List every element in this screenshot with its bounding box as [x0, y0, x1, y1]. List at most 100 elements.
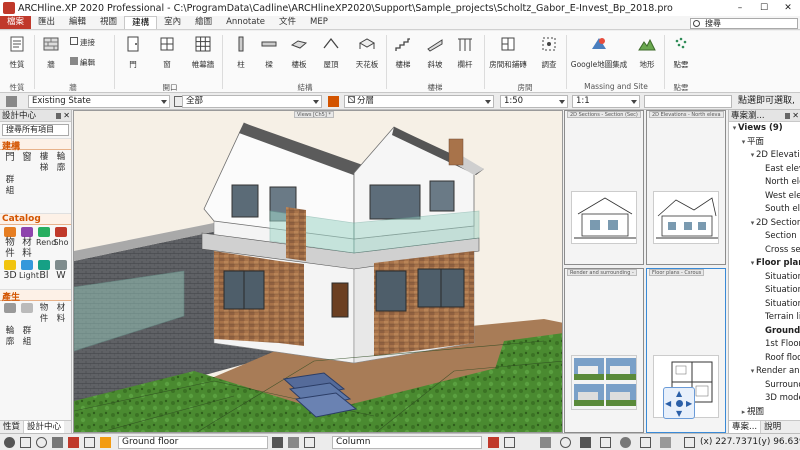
- edit-wall-button[interactable]: 編輯: [70, 57, 110, 68]
- expand-toggle-icon[interactable]: ▾: [749, 217, 756, 231]
- roof-button[interactable]: 屋頂: [316, 35, 346, 70]
- railing-button[interactable]: 欄杆: [450, 35, 480, 70]
- maximize-button[interactable]: ☐: [752, 0, 776, 16]
- tree-item[interactable]: West elevation: [729, 190, 800, 204]
- tab-interior[interactable]: 室內: [157, 16, 188, 29]
- view-icon[interactable]: [580, 437, 591, 448]
- navigation-widget[interactable]: ▲ ◀ ▶ ▼: [663, 387, 695, 419]
- snap-icon[interactable]: [36, 437, 47, 448]
- hand-icon[interactable]: [676, 400, 683, 407]
- pan-up-icon[interactable]: ▲: [676, 389, 682, 398]
- tree-item[interactable]: Situation: [729, 298, 800, 312]
- category-select[interactable]: 全部: [182, 95, 322, 108]
- viewport-floor-plan[interactable]: Floor plans - Csrous ▲ ◀ ▶ ▼: [646, 268, 726, 433]
- beam-button[interactable]: 樑: [254, 35, 284, 70]
- gear-icon[interactable]: [4, 437, 15, 448]
- expand-toggle-icon[interactable]: ▾: [749, 257, 756, 271]
- ramp-button[interactable]: 斜坡: [420, 35, 450, 70]
- ratio-select[interactable]: 1:1: [572, 95, 640, 108]
- product-item-profile[interactable]: 輪廓: [2, 326, 18, 348]
- tree-item[interactable]: ▸ 視圖: [729, 406, 800, 420]
- viewport-render[interactable]: Render and surrounding -: [564, 268, 644, 433]
- tree-item[interactable]: East elevation: [729, 163, 800, 177]
- room-floor-button[interactable]: 房間和鋪磚: [486, 35, 530, 70]
- section-catalog[interactable]: Catalog: [0, 213, 71, 225]
- close-icon[interactable]: ✕: [63, 110, 70, 122]
- tree-item[interactable]: ▾ Views (9): [729, 122, 800, 136]
- floor-select[interactable]: Ground floor: [118, 436, 268, 449]
- layer-icon[interactable]: [304, 437, 315, 448]
- color-icon[interactable]: [488, 437, 499, 448]
- catalog-item-block[interactable]: Bl: [36, 260, 52, 281]
- pan-down-icon[interactable]: ▼: [676, 409, 682, 418]
- tab-edit[interactable]: 編輯: [62, 16, 93, 29]
- catalog-item-materials[interactable]: 材料: [19, 227, 35, 259]
- camera-icon[interactable]: [540, 437, 551, 448]
- catalog-item-objects[interactable]: 物件: [2, 227, 18, 259]
- section-products[interactable]: 產生: [0, 289, 71, 303]
- tab-documents[interactable]: 文件: [272, 16, 303, 29]
- connect-button[interactable]: 連接: [70, 37, 110, 48]
- hatch-icon[interactable]: [504, 437, 515, 448]
- point-cloud-button[interactable]: 點雲: [666, 35, 696, 70]
- tree-item[interactable]: Situation: [729, 284, 800, 298]
- curtain-wall-button[interactable]: 帷幕牆: [186, 35, 220, 70]
- tree-item[interactable]: ▾2D Sections: [729, 217, 800, 231]
- expand-toggle-icon[interactable]: ▾: [749, 365, 756, 379]
- column-button[interactable]: 柱: [226, 35, 256, 70]
- measure-icon[interactable]: [660, 437, 671, 448]
- layer-color-icon[interactable]: [68, 437, 79, 448]
- expand-toggle-icon[interactable]: ▾: [731, 122, 738, 136]
- catalog-item-shop[interactable]: Sho: [53, 227, 69, 259]
- command-input[interactable]: [644, 95, 732, 108]
- product-item-door[interactable]: [2, 303, 18, 325]
- build-item-stair[interactable]: 樓梯: [36, 152, 52, 174]
- build-item-window[interactable]: 窗: [19, 152, 35, 174]
- tree-item[interactable]: South elevation: [729, 203, 800, 217]
- pen-thickness-icon[interactable]: [288, 437, 299, 448]
- object-snap-icon[interactable]: [100, 437, 111, 448]
- section-box-icon[interactable]: [640, 437, 651, 448]
- close-button[interactable]: ✕: [776, 0, 800, 16]
- stair-button[interactable]: 樓梯: [388, 35, 418, 70]
- viewport-elevation[interactable]: 2D Elevations - North eleva: [646, 110, 726, 265]
- catalog-item-render[interactable]: Rend: [36, 227, 56, 259]
- tab-export[interactable]: 匯出: [31, 16, 62, 29]
- tab-properties[interactable]: 性質: [0, 421, 23, 433]
- product-item-window[interactable]: [19, 303, 35, 325]
- line-type-icon[interactable]: [272, 437, 283, 448]
- tree-item[interactable]: Roof floor: [729, 352, 800, 366]
- wireframe-icon[interactable]: [600, 437, 611, 448]
- tree-item[interactable]: 3D model: [729, 392, 800, 406]
- tree-item[interactable]: Section: [729, 230, 800, 244]
- tab-help[interactable]: 說明: [761, 421, 784, 433]
- search-input[interactable]: 搜尋: [690, 18, 798, 29]
- expand-toggle-icon[interactable]: ▸: [740, 406, 747, 420]
- tree-item[interactable]: Ground floor: [729, 325, 800, 339]
- tab-view[interactable]: 視圖: [93, 16, 124, 29]
- door-button[interactable]: 門: [118, 35, 148, 70]
- build-item-profile[interactable]: 輪廓: [53, 152, 69, 174]
- pan-right-icon[interactable]: ▶: [686, 399, 692, 408]
- product-item-objects[interactable]: 物件: [36, 303, 52, 325]
- tab-drawing[interactable]: 繪圖: [188, 16, 219, 29]
- tree-item[interactable]: ▾ 平面: [729, 136, 800, 150]
- polar-icon[interactable]: [84, 437, 95, 448]
- element-select[interactable]: Column: [332, 436, 482, 449]
- survey-button[interactable]: 調查: [534, 35, 564, 70]
- tab-build[interactable]: 建構: [124, 16, 158, 29]
- section-build[interactable]: 建構: [0, 138, 71, 152]
- window-button[interactable]: 窗: [152, 35, 182, 70]
- pan-left-icon[interactable]: ◀: [665, 399, 671, 408]
- catalog-item-w[interactable]: W: [53, 260, 69, 281]
- catalog-item-light[interactable]: Light: [19, 260, 39, 281]
- pointer-icon[interactable]: [684, 437, 695, 448]
- ortho-icon[interactable]: [52, 437, 63, 448]
- tree-item[interactable]: North elevation: [729, 176, 800, 190]
- tab-annotate[interactable]: Annotate: [219, 16, 272, 29]
- design-center-search[interactable]: 搜尋所有項目: [2, 124, 69, 136]
- properties-button[interactable]: 性質: [2, 35, 32, 70]
- expand-toggle-icon[interactable]: ▾: [749, 149, 756, 163]
- tab-design-center[interactable]: 設計中心: [23, 421, 65, 433]
- scale-select[interactable]: 1:50: [500, 95, 568, 108]
